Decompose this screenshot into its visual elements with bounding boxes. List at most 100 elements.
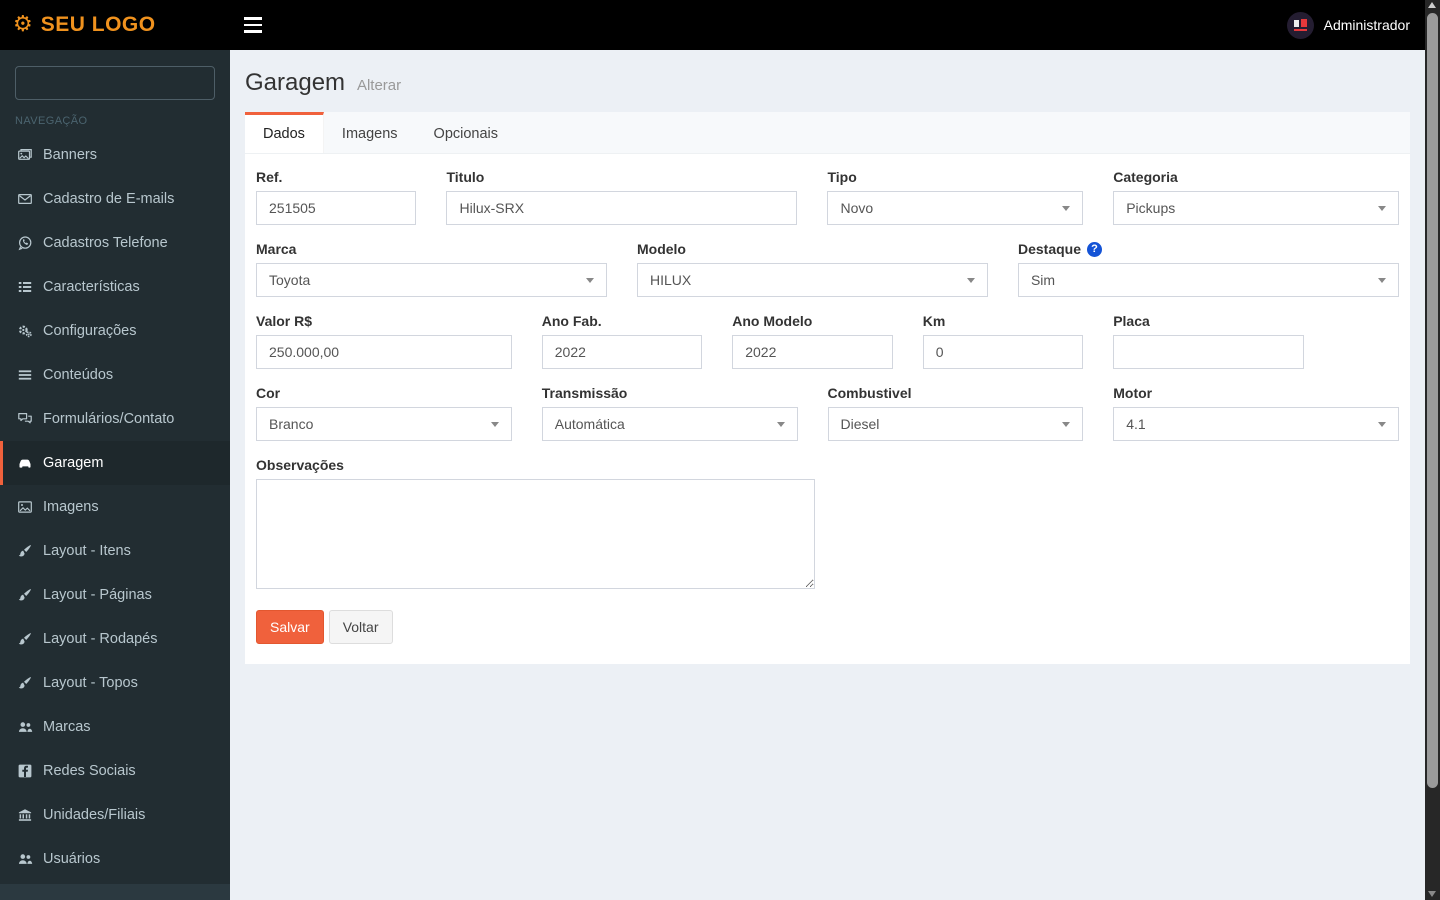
transmissao-label: Transmissão (541, 385, 628, 401)
km-label: Km (922, 313, 946, 329)
destaque-label-text: Destaque (1017, 241, 1081, 257)
users-icon (16, 719, 34, 735)
sidebar-item-label: Layout - Topos (43, 675, 138, 691)
placa-input[interactable] (1113, 335, 1304, 369)
motor-value: 4.1 (1126, 416, 1146, 432)
image-icon (16, 499, 34, 515)
transmissao-select[interactable]: Automática (541, 407, 798, 441)
bank-icon (16, 807, 34, 823)
save-button[interactable]: Salvar (256, 610, 324, 644)
sidebar-item-unidades-filiais[interactable]: Unidades/Filiais (0, 793, 230, 837)
app-logo[interactable]: ⚙ SEU LOGO (0, 0, 230, 50)
tab-dados[interactable]: Dados (245, 112, 324, 153)
sidebar: NAVEGAÇÃO Banners Cadastro de E-mails Ca… (0, 50, 230, 900)
sidebar-item-layout-itens[interactable]: Layout - Itens (0, 529, 230, 573)
sidebar-item-label: Conteúdos (43, 367, 114, 383)
sidebar-item-garagem[interactable]: Garagem (0, 441, 230, 485)
sidebar-item-layout-topos[interactable]: Layout - Topos (0, 661, 230, 705)
sidebar-item-configuracoes[interactable]: Configurações (0, 309, 230, 353)
logo-text: SEU LOGO (40, 13, 156, 36)
page-title: Garagem (245, 69, 346, 96)
scrollbar-thumb[interactable] (1427, 13, 1438, 788)
sidebar-item-label: Garagem (43, 455, 104, 471)
modelo-value: HILUX (649, 272, 692, 288)
facebook-icon (16, 763, 34, 779)
sidebar-item-cadastro-emails[interactable]: Cadastro de E-mails (0, 177, 230, 221)
paintbrush-icon (16, 631, 34, 647)
cor-select[interactable]: Branco (256, 407, 512, 441)
search-input[interactable] (15, 66, 215, 100)
sidebar-item-label: Formulários/Contato (43, 411, 175, 427)
ano-modelo-input[interactable] (732, 335, 893, 369)
sidebar-item-layout-rodapes[interactable]: Layout - Rodapés (0, 617, 230, 661)
tab-opcionais[interactable]: Opcionais (416, 112, 516, 153)
whatsapp-icon (16, 235, 34, 251)
combustivel-value: Diesel (840, 416, 880, 432)
placa-label: Placa (1113, 313, 1150, 329)
sidebar-menu: Banners Cadastro de E-mails Cadastros Te… (0, 133, 230, 881)
sidebar-bottom-strip (0, 884, 230, 900)
chevron-down-icon (1377, 278, 1386, 283)
titulo-label: Titulo (446, 169, 485, 185)
sidebar-item-conteudos[interactable]: Conteúdos (0, 353, 230, 397)
combustivel-select[interactable]: Diesel (827, 407, 1084, 441)
back-button[interactable]: Voltar (328, 610, 393, 644)
sidebar-item-cadastros-telefone[interactable]: Cadastros Telefone (0, 221, 230, 265)
question-circle-icon[interactable]: ? (1087, 241, 1102, 257)
modelo-label: Modelo (636, 241, 686, 257)
tab-imagens[interactable]: Imagens (324, 112, 416, 153)
sidebar-item-label: Cadastro de E-mails (43, 191, 175, 207)
titulo-input[interactable] (446, 191, 798, 225)
ref-input[interactable] (256, 191, 417, 225)
sidebar-item-formularios-contato[interactable]: Formulários/Contato (0, 397, 230, 441)
sidebar-toggle-hamburger-icon[interactable] (244, 17, 262, 33)
garagem-panel: Dados Imagens Opcionais Ref. Titulo Tipo… (245, 112, 1410, 664)
avatar (1286, 11, 1314, 39)
tipo-select[interactable]: Novo (827, 191, 1084, 225)
paintbrush-icon (16, 587, 34, 603)
ano-fab-label: Ano Fab. (541, 313, 602, 329)
valor-label: Valor R$ (256, 313, 313, 329)
motor-label: Motor (1113, 385, 1153, 401)
gears-icon (16, 323, 34, 339)
sidebar-item-label: Banners (43, 147, 98, 163)
sidebar-item-label: Configurações (43, 323, 137, 339)
sidebar-item-caracteristicas[interactable]: Características (0, 265, 230, 309)
user-menu[interactable]: Administrador (1286, 0, 1410, 50)
observacoes-textarea[interactable] (256, 479, 815, 589)
valor-input[interactable] (256, 335, 512, 369)
categoria-select[interactable]: Pickups (1113, 191, 1399, 225)
scroll-up-arrow-icon[interactable] (1428, 2, 1436, 8)
sidebar-item-marcas[interactable]: Marcas (0, 705, 230, 749)
sidebar-item-usuarios[interactable]: Usuários (0, 837, 230, 881)
sidebar-item-imagens[interactable]: Imagens (0, 485, 230, 529)
page-header: Garagem Alterar (245, 69, 1410, 97)
sidebar-item-label: Marcas (43, 719, 91, 735)
sidebar-item-redes-sociais[interactable]: Redes Sociais (0, 749, 230, 793)
sidebar-item-label: Redes Sociais (43, 763, 136, 779)
th-list-icon (16, 279, 34, 295)
destaque-value: Sim (1030, 272, 1056, 288)
nav-section-label: NAVEGAÇÃO (15, 115, 88, 127)
km-input[interactable] (922, 335, 1084, 369)
bars-icon (16, 367, 34, 383)
paintbrush-icon (16, 675, 34, 691)
sidebar-item-label: Layout - Itens (43, 543, 131, 559)
sidebar-item-banners[interactable]: Banners (0, 133, 230, 177)
ano-fab-input[interactable] (541, 335, 703, 369)
chevron-down-icon (966, 278, 975, 283)
users-icon (16, 851, 34, 867)
sidebar-item-label: Imagens (43, 499, 99, 515)
marca-select[interactable]: Toyota (256, 263, 607, 297)
destaque-select[interactable]: Sim (1017, 263, 1399, 297)
modelo-select[interactable]: HILUX (636, 263, 988, 297)
motor-select[interactable]: 4.1 (1113, 407, 1399, 441)
sidebar-item-layout-paginas[interactable]: Layout - Páginas (0, 573, 230, 617)
window-scrollbar[interactable] (1425, 0, 1440, 900)
scroll-down-arrow-icon[interactable] (1428, 891, 1436, 897)
marca-label: Marca (256, 241, 297, 257)
categoria-value: Pickups (1126, 200, 1176, 216)
cor-label: Cor (256, 385, 281, 401)
tipo-value: Novo (840, 200, 874, 216)
comments-icon (16, 411, 34, 427)
